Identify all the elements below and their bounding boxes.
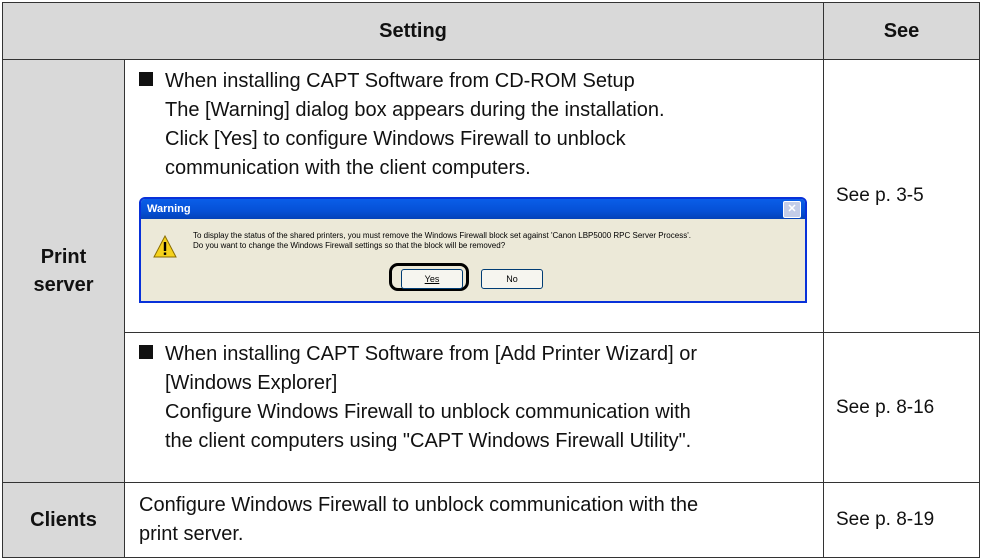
add-printer-heading-line2: [Windows Explorer] (165, 372, 338, 394)
yes-button[interactable]: Yes (401, 269, 463, 289)
cd-rom-setup-cell: When installing CAPT Software from CD-RO… (124, 59, 824, 333)
add-printer-cell: When installing CAPT Software from [Add … (124, 332, 824, 483)
warning-icon (153, 235, 177, 258)
settings-table: Setting See Print server When installing… (2, 2, 980, 558)
add-printer-heading: When installing CAPT Software from [Add … (139, 340, 813, 369)
clients-row: Clients Configure Windows Firewall to un… (2, 482, 980, 558)
header-see: See (823, 2, 980, 60)
no-button[interactable]: No (481, 269, 543, 289)
clients-body-line1: Configure Windows Firewall to unblock co… (139, 494, 699, 516)
print-server-label: Print server (2, 59, 125, 483)
print-server-label-line2: server (33, 274, 94, 296)
add-printer-body-line2: the client computers using "CAPT Windows… (165, 430, 692, 452)
dialog-message-line1: To display the status of the shared prin… (193, 231, 691, 240)
header-row: Setting See (2, 2, 980, 60)
see-p-3-5: See p. 3-5 (823, 59, 980, 333)
cd-rom-body-line1: The [Warning] dialog box appears during … (165, 99, 665, 121)
close-icon[interactable]: ✕ (783, 201, 801, 218)
dialog-message: To display the status of the shared prin… (193, 231, 793, 251)
cd-rom-heading: When installing CAPT Software from CD-RO… (139, 67, 813, 96)
square-bullet-icon (139, 72, 153, 86)
cd-rom-heading-text: When installing CAPT Software from CD-RO… (165, 70, 635, 92)
add-printer-heading-text: When installing CAPT Software from [Add … (165, 343, 698, 365)
dialog-title-bar: Warning ✕ (141, 199, 805, 219)
header-setting: Setting (2, 2, 824, 60)
clients-body-line2: print server. (139, 523, 244, 545)
square-bullet-icon (139, 345, 153, 359)
dialog-title: Warning (147, 203, 191, 215)
print-server-label-line1: Print (40, 246, 87, 268)
warning-dialog-screenshot: Warning ✕ To display the status of the s… (139, 197, 807, 303)
add-printer-body-line1: Configure Windows Firewall to unblock co… (165, 401, 691, 423)
cd-rom-body-line2: Click [Yes] to configure Windows Firewal… (165, 128, 626, 150)
print-server-row-2: When installing CAPT Software from [Add … (3, 332, 980, 483)
cd-rom-body-line3: communication with the client computers. (165, 157, 531, 179)
clients-cell: Configure Windows Firewall to unblock co… (124, 482, 824, 558)
print-server-row-1: Print server When installing CAPT Softwa… (2, 59, 980, 483)
see-p-8-19: See p. 8-19 (823, 482, 980, 558)
see-p-8-16: See p. 8-16 (823, 332, 980, 483)
dialog-message-line2: Do you want to change the Windows Firewa… (193, 241, 506, 250)
clients-label: Clients (2, 482, 125, 558)
